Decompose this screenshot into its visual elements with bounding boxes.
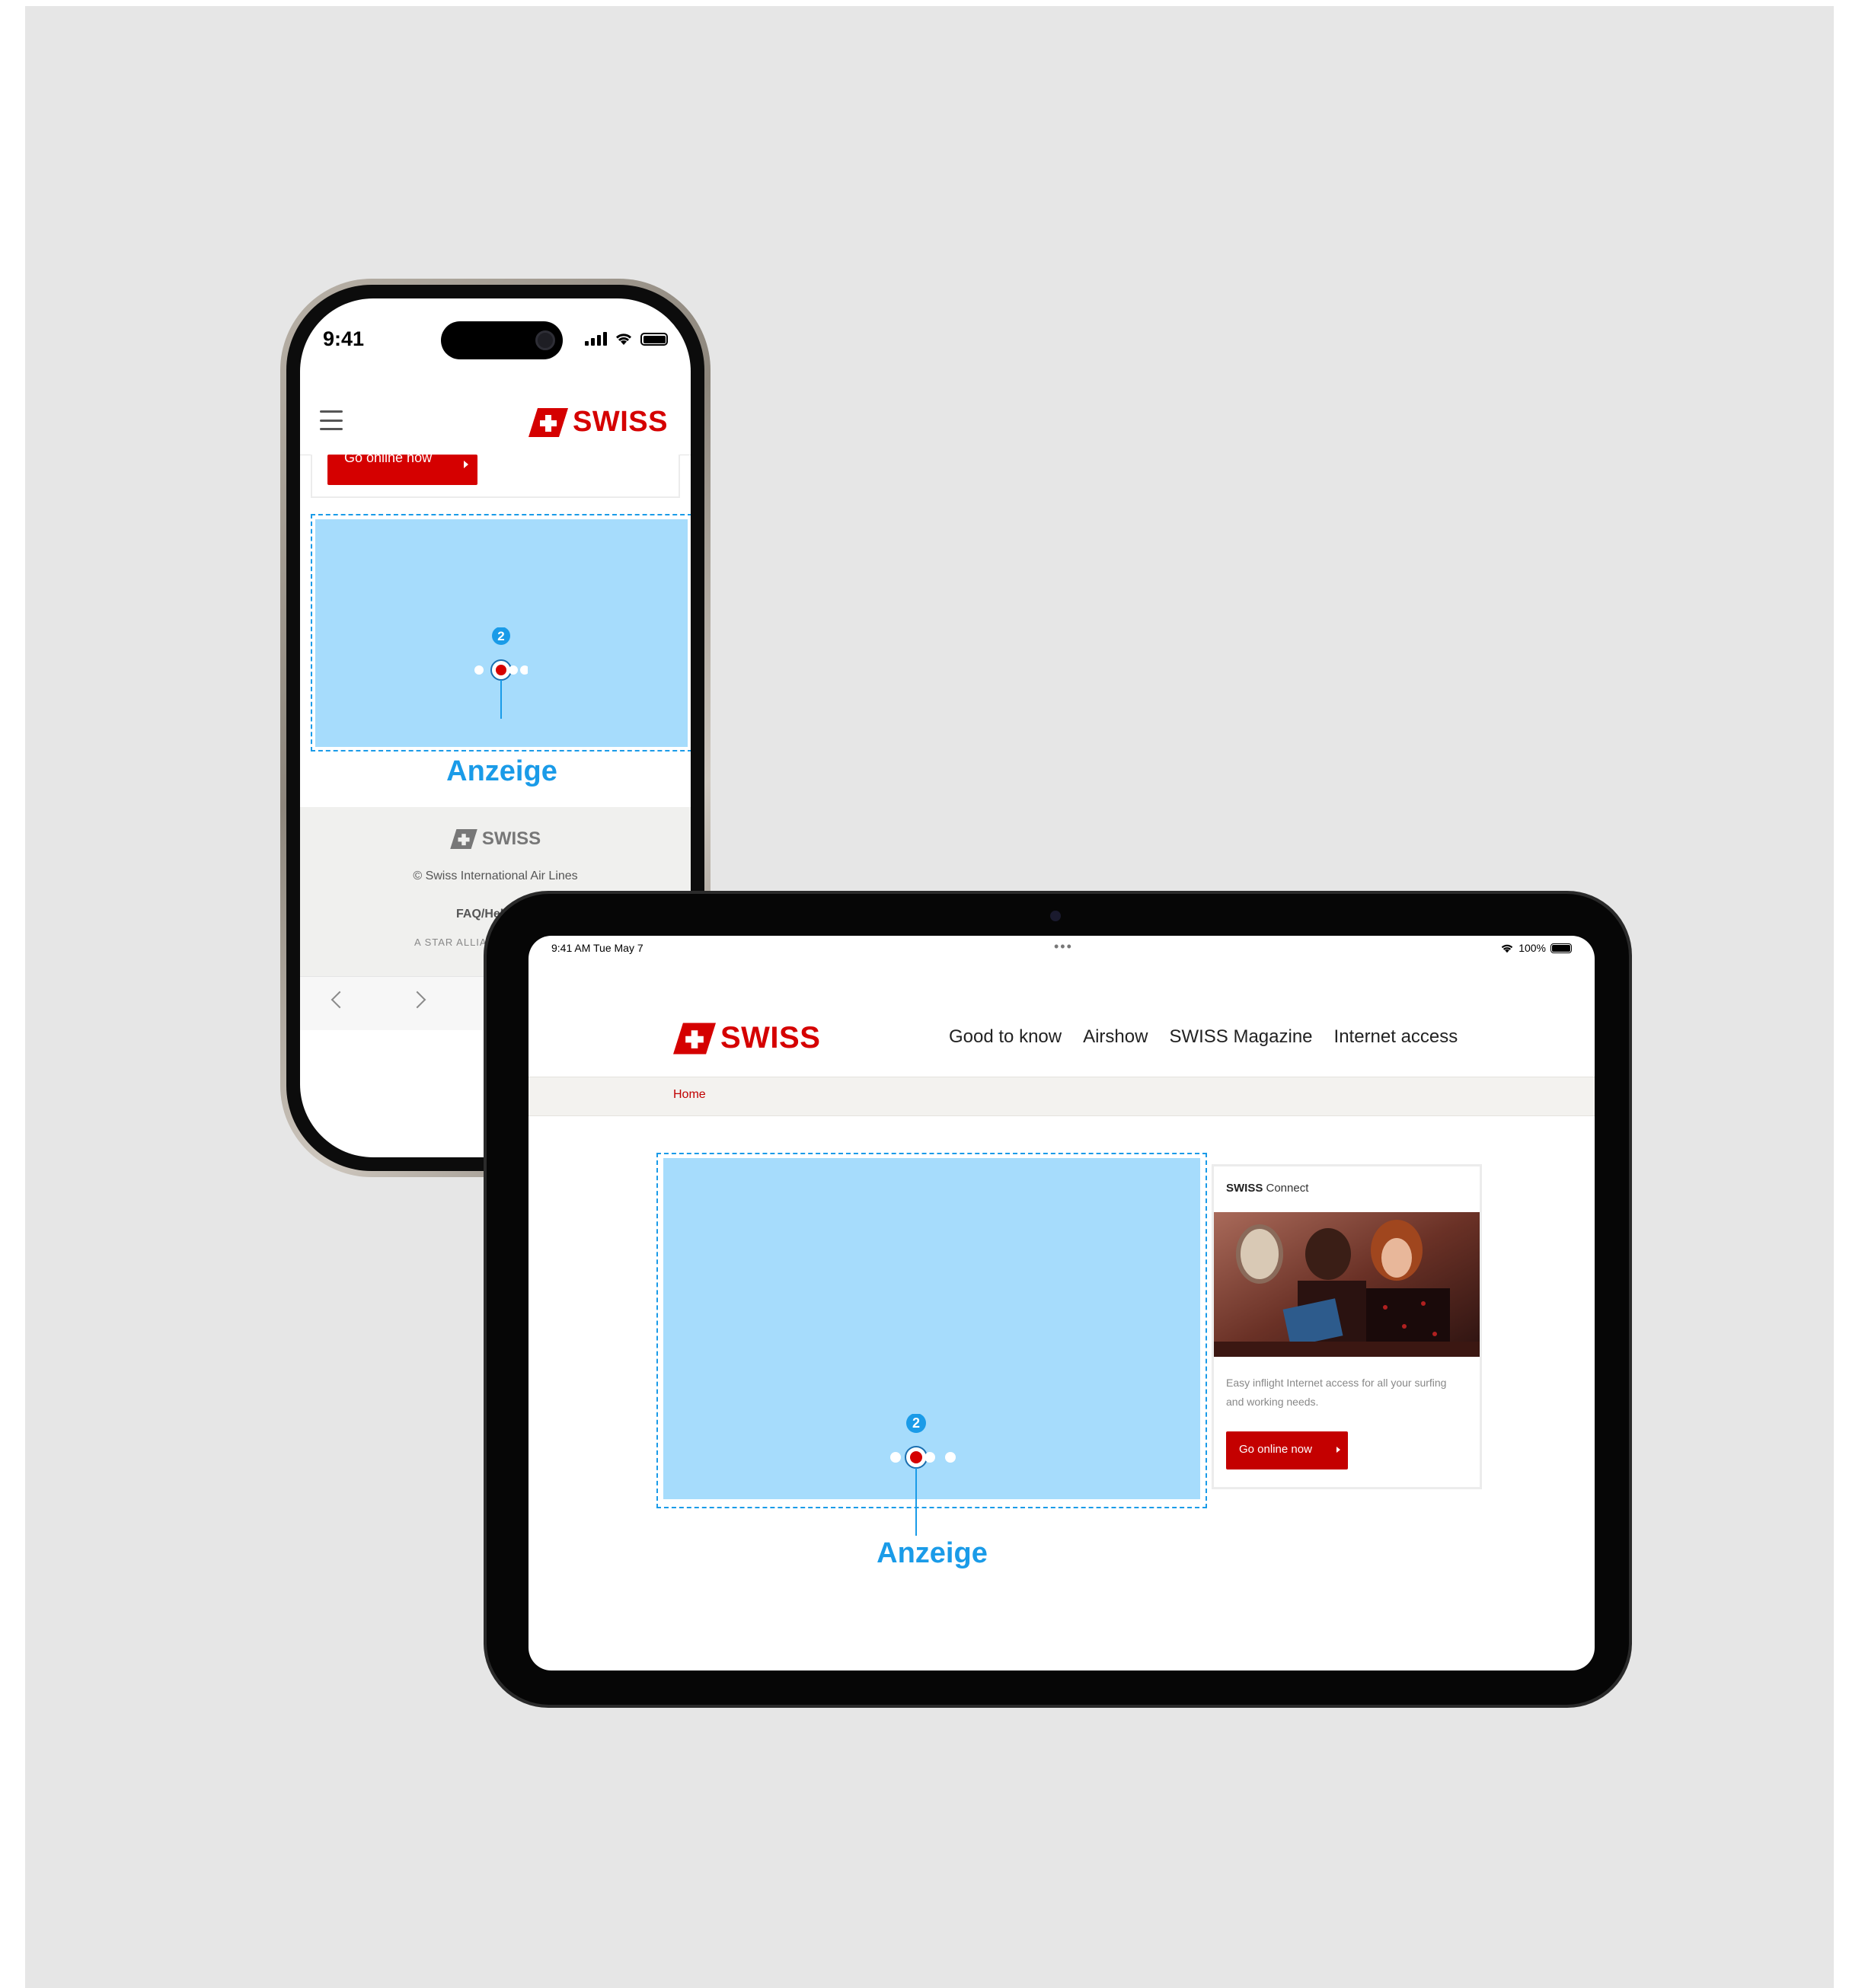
annotation-number: 2 (497, 629, 504, 643)
footer-logo: SWISS (300, 828, 691, 850)
nav-internet-access[interactable]: Internet access (1334, 1026, 1458, 1048)
main-navigation: Good to know Airshow SWISS Magazine Inte… (949, 1026, 1458, 1048)
camera-icon (1050, 911, 1061, 921)
site-header: SWISS Good to know Airshow SWISS Magazin… (529, 978, 1595, 1077)
carousel-indicator[interactable]: 2 (890, 1414, 966, 1536)
swiss-flag-icon (450, 829, 477, 849)
footer-wordmark: SWISS (481, 828, 541, 849)
star-alliance-text: A STAR ALLIAN (414, 937, 495, 948)
status-icons (585, 330, 668, 346)
swiss-flag-icon (529, 407, 569, 437)
arrow-right-icon (1336, 1447, 1340, 1453)
swiss-flag-icon (673, 1023, 716, 1054)
annotation-label: Anzeige (877, 1537, 988, 1569)
carousel-indicator[interactable]: 2 (474, 627, 528, 719)
carousel-dot[interactable] (924, 1452, 935, 1463)
go-online-label: Go online now (344, 455, 433, 465)
carousel-dot-active[interactable] (496, 665, 506, 675)
wifi-icon (1501, 944, 1513, 953)
carousel-dot-active[interactable] (910, 1451, 922, 1463)
cellular-signal-icon (585, 330, 607, 346)
card-description: Easy inflight Internet access for all yo… (1226, 1377, 1447, 1408)
status-time: 9:41 AM Tue May 7 (551, 942, 643, 954)
status-time: 9:41 (323, 327, 365, 350)
carousel-dot[interactable] (945, 1452, 956, 1463)
battery-percent: 100% (1518, 942, 1546, 954)
carousel-dot[interactable] (520, 665, 528, 675)
annotation-number: 2 (912, 1415, 920, 1431)
battery-icon (1550, 943, 1572, 953)
swiss-logo[interactable]: SWISS (673, 1021, 820, 1055)
breadcrumb: Home (529, 1077, 1595, 1116)
go-online-label: Go online now (1239, 1443, 1312, 1456)
card-photo (1214, 1212, 1480, 1357)
tablet-device: 9:41 AM Tue May 7 ••• 100% SWISS Good to… (484, 891, 1632, 1708)
carousel-dot[interactable] (509, 665, 518, 675)
nav-airshow[interactable]: Airshow (1083, 1026, 1148, 1048)
mockup-background: 9:41 SWISS Go online now 2 Anzeige SWISS… (25, 6, 1834, 1988)
swiss-connect-card: SWISS Connect Easy inflight Internet acc… (1212, 1164, 1482, 1489)
carousel-dot[interactable] (890, 1452, 901, 1463)
site-header: SWISS (300, 394, 691, 455)
tablet-bezel: 9:41 AM Tue May 7 ••• 100% SWISS Good to… (487, 894, 1629, 1705)
status-icons: 100% (1500, 942, 1572, 954)
logo-wordmark: SWISS (573, 406, 668, 438)
camera-icon (535, 330, 555, 350)
tablet-screen: 9:41 AM Tue May 7 ••• 100% SWISS Good to… (529, 936, 1595, 1670)
go-online-button[interactable]: Go online now (327, 455, 477, 485)
swiss-logo[interactable]: SWISS (529, 406, 668, 439)
go-online-button[interactable]: Go online now (1226, 1431, 1348, 1469)
copyright-text: © Swiss International Air Lines (413, 870, 578, 882)
arrow-right-icon (464, 461, 468, 468)
nav-good-to-know[interactable]: Good to know (949, 1026, 1062, 1048)
battery-icon (640, 333, 668, 346)
nav-swiss-magazine[interactable]: SWISS Magazine (1169, 1026, 1312, 1048)
forward-icon[interactable] (408, 991, 426, 1009)
wifi-icon (615, 333, 632, 345)
annotation-label: Anzeige (446, 755, 557, 787)
carousel-dot[interactable] (474, 665, 484, 675)
card-title: SWISS Connect (1226, 1182, 1309, 1195)
logo-wordmark: SWISS (720, 1021, 821, 1055)
multitasking-dots-icon[interactable]: ••• (1054, 939, 1073, 955)
breadcrumb-home[interactable]: Home (673, 1088, 706, 1102)
back-icon[interactable] (331, 991, 349, 1009)
hamburger-icon[interactable] (320, 410, 343, 430)
dynamic-island (441, 321, 563, 359)
